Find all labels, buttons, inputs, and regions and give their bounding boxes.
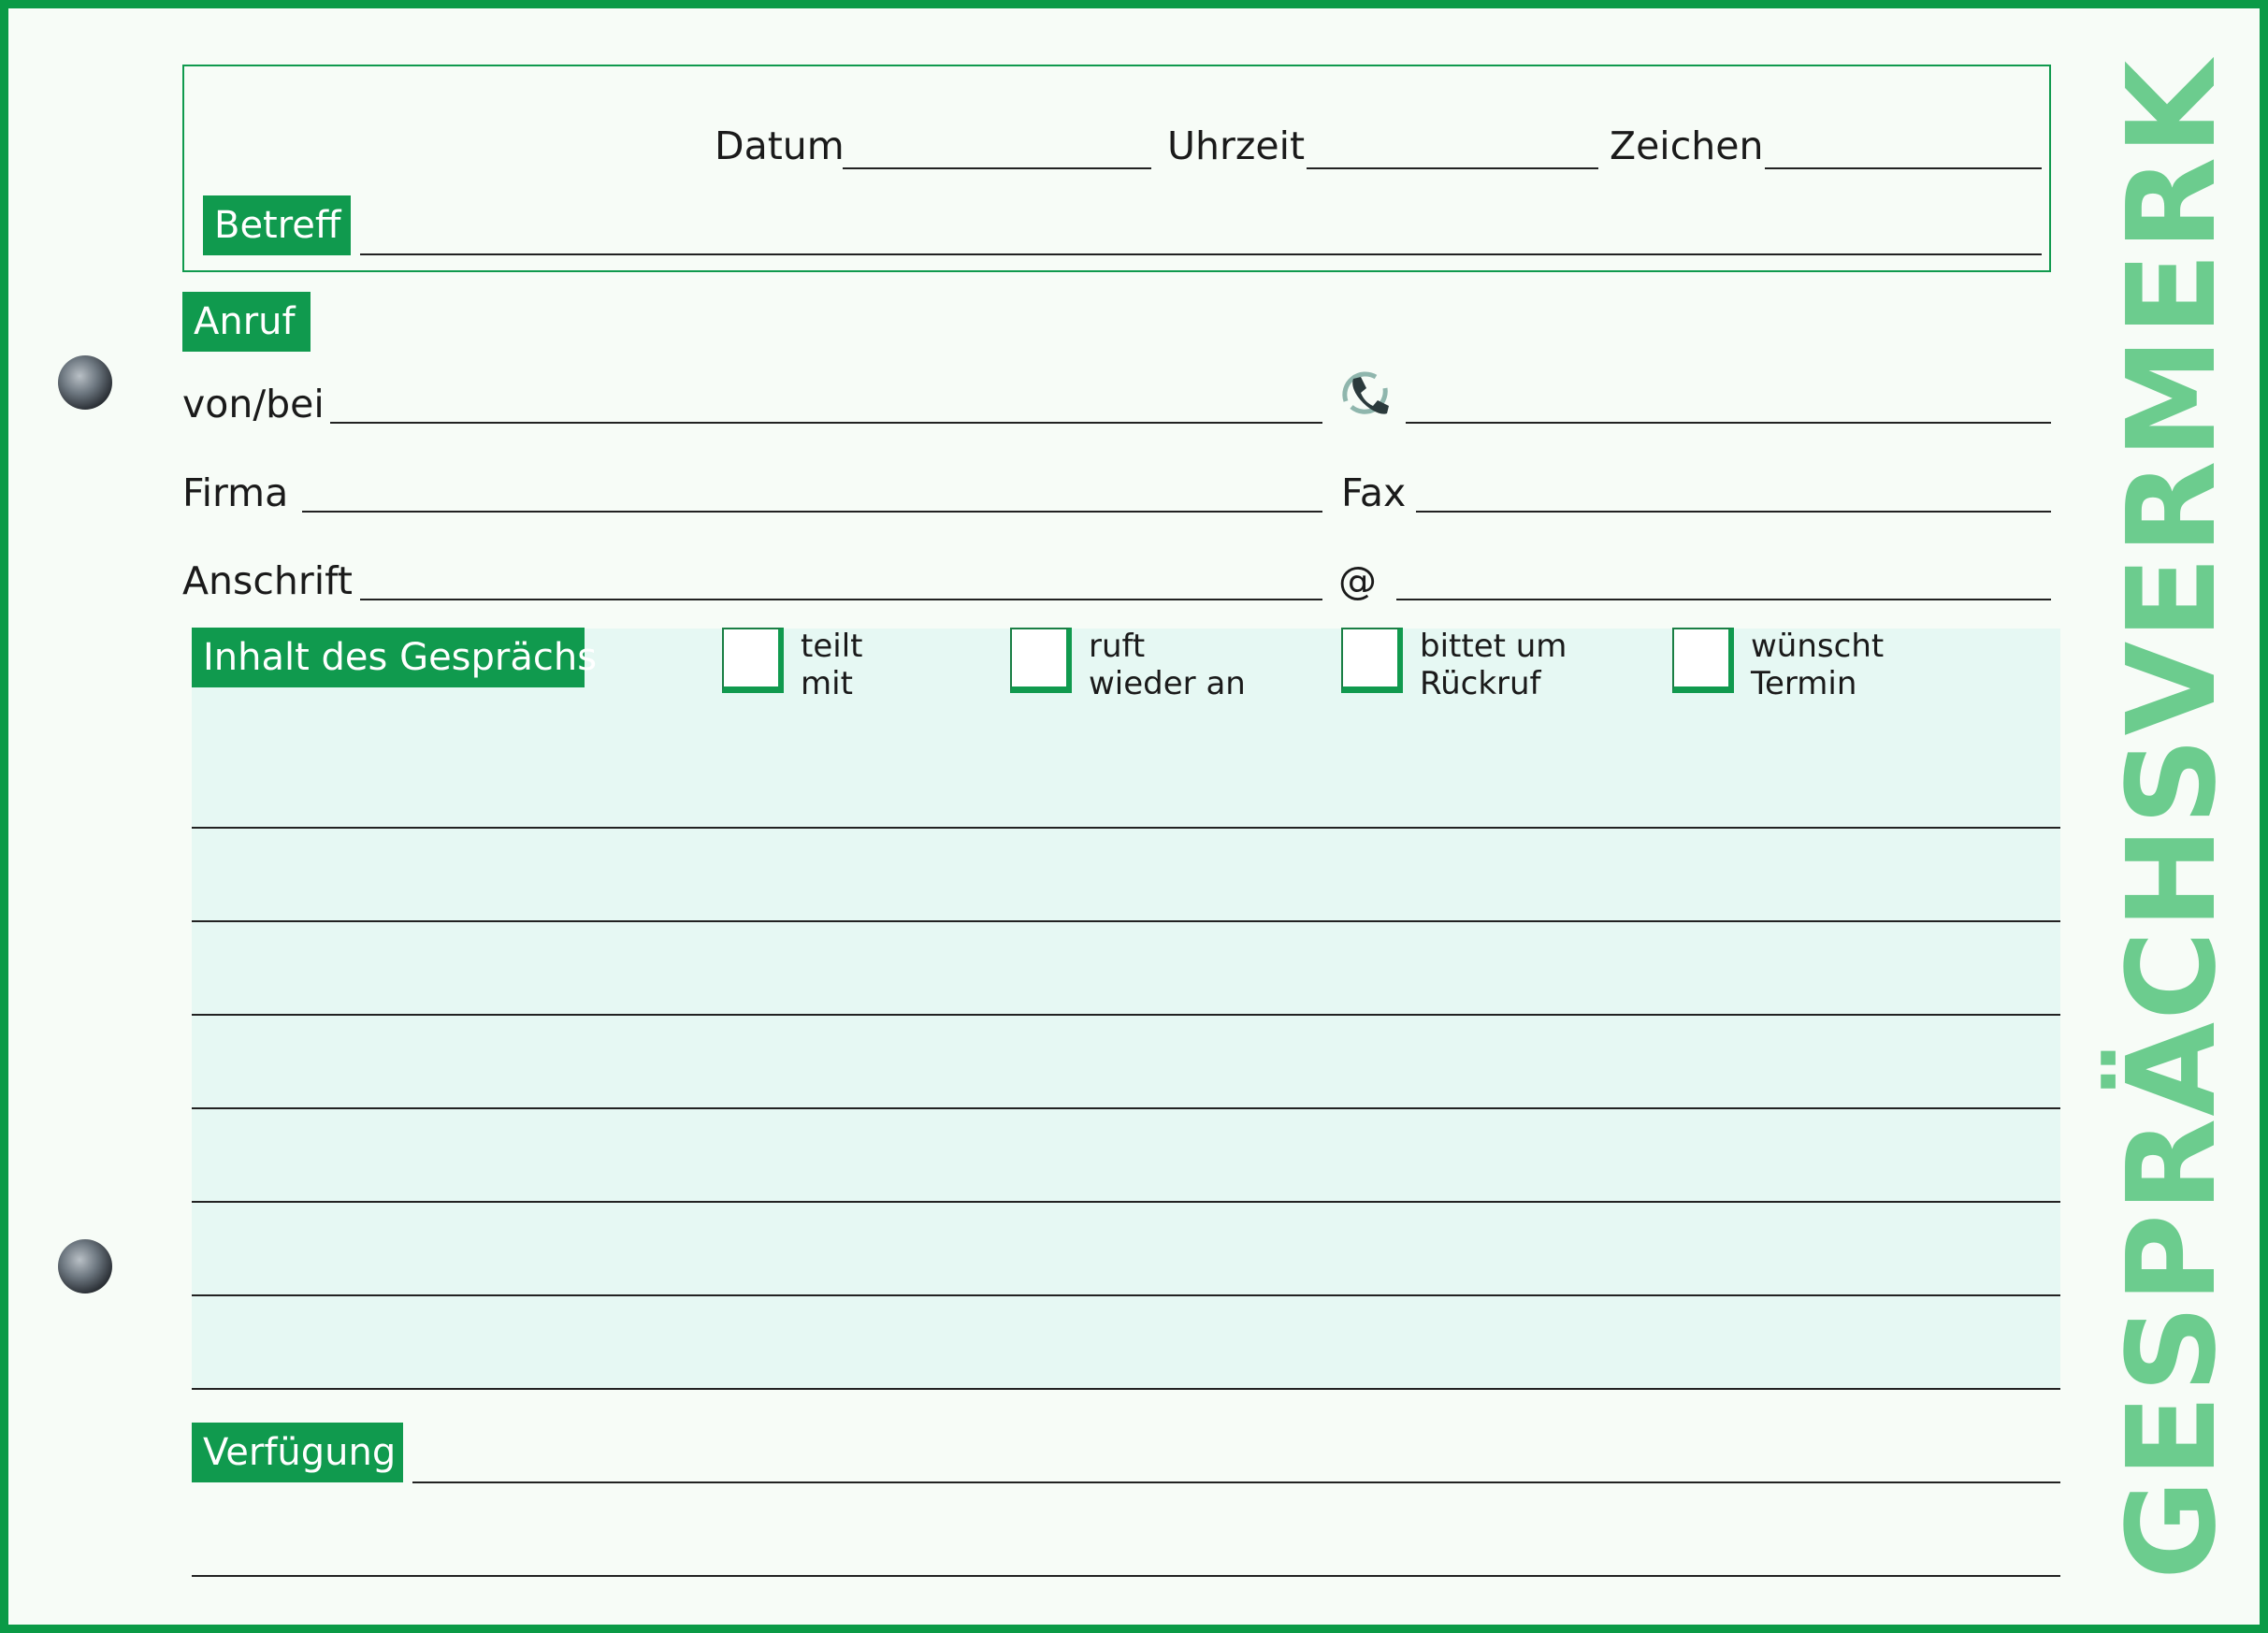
datum-label: Datum — [715, 123, 845, 168]
content-line-1[interactable] — [192, 827, 2060, 829]
von-bei-label: von/bei — [182, 382, 325, 426]
datum-field[interactable] — [843, 167, 1151, 169]
checkbox-wuenscht-termin-label: wünscht Termin — [1751, 628, 1885, 702]
verfuegung-label: Verfügung — [192, 1423, 403, 1482]
checkbox-bittet-um-rueckruf-label: bittet um Rückruf — [1420, 628, 1567, 702]
content-line-7[interactable] — [192, 1388, 2060, 1390]
vertical-title: GESPRÄCHSVERMERK — [2101, 58, 2243, 1580]
uhrzeit-field[interactable] — [1307, 167, 1598, 169]
firma-field[interactable] — [302, 511, 1322, 513]
anruf-label: Anruf — [182, 292, 311, 352]
firma-label: Firma — [182, 470, 289, 515]
checkbox-ruft-wieder-an-label: ruft wieder an — [1089, 628, 1246, 702]
fax-label: Fax — [1341, 470, 1407, 515]
phone-icon — [1338, 369, 1393, 424]
punch-hole-top — [58, 355, 112, 410]
zeichen-label: Zeichen — [1610, 123, 1764, 168]
inhalt-label: Inhalt des Gesprächs — [192, 628, 597, 687]
checkbox-ruft-wieder-an[interactable] — [1010, 628, 1072, 693]
verfuegung-field-2[interactable] — [192, 1575, 2060, 1577]
form-page: Datum Uhrzeit Zeichen Betreff Anruf von/… — [0, 0, 2268, 1633]
email-label: @ — [1338, 558, 1377, 603]
content-line-6[interactable] — [192, 1294, 2060, 1296]
anschrift-field[interactable] — [360, 599, 1322, 600]
checkbox-teilt-mit-label: teilt mit — [801, 628, 863, 702]
content-line-2[interactable] — [192, 920, 2060, 922]
checkbox-bittet-um-rueckruf[interactable] — [1341, 628, 1403, 693]
uhrzeit-label: Uhrzeit — [1167, 123, 1306, 168]
zeichen-field[interactable] — [1765, 167, 2042, 169]
checkbox-wuenscht-termin[interactable] — [1672, 628, 1734, 693]
content-line-3[interactable] — [192, 1014, 2060, 1016]
betreff-label: Betreff — [203, 195, 351, 255]
fax-field[interactable] — [1416, 511, 2051, 513]
email-field[interactable] — [1396, 599, 2051, 600]
content-line-5[interactable] — [192, 1201, 2060, 1203]
telefon-field[interactable] — [1406, 422, 2051, 424]
betreff-field[interactable] — [360, 253, 2042, 255]
content-area[interactable] — [192, 629, 2060, 1390]
content-line-4[interactable] — [192, 1107, 2060, 1109]
anschrift-label: Anschrift — [182, 558, 353, 603]
von-bei-field[interactable] — [330, 422, 1322, 424]
checkbox-teilt-mit[interactable] — [722, 628, 784, 693]
verfuegung-field-1[interactable] — [412, 1481, 2060, 1483]
punch-hole-bottom — [58, 1239, 112, 1293]
